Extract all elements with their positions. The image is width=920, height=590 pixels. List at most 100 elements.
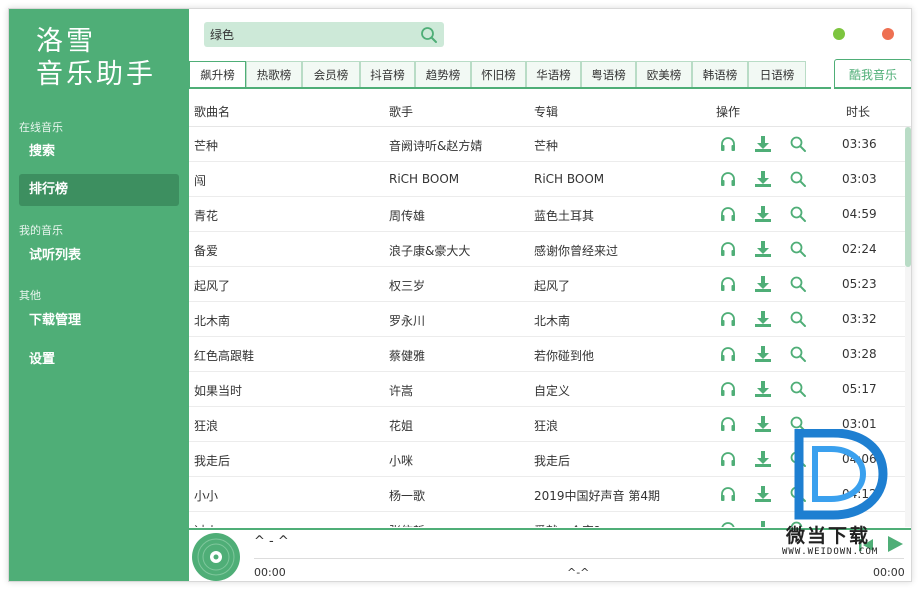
search-song-icon[interactable] — [789, 205, 807, 223]
search-song-icon[interactable] — [789, 380, 807, 398]
tab-5[interactable]: 怀旧榜 — [471, 61, 526, 87]
download-icon[interactable] — [754, 415, 772, 433]
sidebar-item-settings[interactable]: 设置 — [19, 344, 179, 376]
header-album: 专辑 — [534, 105, 559, 119]
listen-icon[interactable] — [719, 415, 737, 433]
download-icon[interactable] — [754, 345, 772, 363]
tab-2[interactable]: 会员榜 — [302, 61, 360, 87]
song-artist: 音阙诗听&赵方婧 — [389, 139, 483, 153]
table-row[interactable]: 闯 RiCH BOOM RiCH BOOM 03:03 — [189, 162, 905, 197]
close-button[interactable] — [882, 28, 894, 40]
now-playing-title: ^ - ^ — [254, 534, 289, 549]
sidebar-item-leaderboard[interactable]: 排行榜 — [19, 174, 179, 206]
table-row[interactable]: 北木南 罗永川 北木南 03:32 — [189, 302, 905, 337]
scrollbar[interactable] — [905, 127, 911, 527]
song-album: 芒种 — [534, 139, 559, 153]
listen-icon[interactable] — [719, 450, 737, 468]
listen-icon[interactable] — [719, 485, 737, 503]
listen-icon[interactable] — [719, 345, 737, 363]
download-icon[interactable] — [754, 205, 772, 223]
sidebar-item-downloads[interactable]: 下载管理 — [19, 305, 179, 337]
download-icon[interactable] — [754, 310, 772, 328]
song-artist: 小咪 — [389, 454, 414, 468]
song-duration: 03:03 — [842, 172, 877, 186]
listen-icon[interactable] — [719, 520, 737, 527]
lyric-line: ^-^ — [567, 566, 590, 579]
download-icon[interactable] — [754, 485, 772, 503]
song-duration: 03:36 — [842, 137, 877, 151]
song-artist: 张信哲 — [389, 522, 425, 527]
song-duration: 03:28 — [842, 347, 877, 361]
download-icon[interactable] — [754, 170, 772, 188]
table-row[interactable]: 芒种 音阙诗听&赵方婧 芒种 03:36 — [189, 127, 905, 162]
source-kuwo-button[interactable]: 酷我音乐 — [834, 59, 911, 89]
download-icon[interactable] — [754, 520, 772, 527]
song-album: 我走后 — [534, 454, 571, 468]
sidebar-item-label: 设置 — [29, 352, 56, 367]
app-logo: 洛雪 音乐助手 — [36, 25, 156, 91]
tab-8[interactable]: 欧美榜 — [636, 61, 692, 87]
song-artist: 花姐 — [389, 419, 414, 433]
download-icon[interactable] — [754, 380, 772, 398]
song-artist: 蔡健雅 — [389, 349, 426, 363]
search-icon[interactable] — [420, 26, 438, 44]
song-duration: 03:32 — [842, 312, 877, 326]
download-icon[interactable] — [754, 240, 772, 258]
app-window: 洛雪 音乐助手 在线音乐 搜索 排行榜 我的音乐 试听列表 其他 下载管理 设置 — [8, 8, 912, 582]
search-song-icon[interactable] — [789, 170, 807, 188]
song-artist: 周传雄 — [389, 209, 426, 223]
listen-icon[interactable] — [719, 240, 737, 258]
tab-3[interactable]: 抖音榜 — [360, 61, 415, 87]
sidebar: 洛雪 音乐助手 在线音乐 搜索 排行榜 我的音乐 试听列表 其他 下载管理 设置 — [9, 9, 189, 581]
download-icon[interactable] — [754, 450, 772, 468]
tab-10[interactable]: 日语榜 — [748, 61, 806, 87]
album-disc-icon — [192, 533, 240, 581]
table-row[interactable]: 如果当时 许嵩 自定义 05:17 — [189, 372, 905, 407]
song-album: 起风了 — [534, 279, 571, 293]
tab-4[interactable]: 趋势榜 — [415, 61, 471, 87]
watermark-text: 微当下载 — [786, 525, 871, 547]
song-duration: 05:23 — [842, 277, 877, 291]
song-name: 如果当时 — [194, 384, 243, 398]
search-song-icon[interactable] — [789, 310, 807, 328]
song-album: 狂浪 — [534, 419, 559, 433]
tab-0[interactable]: 飙升榜 — [189, 61, 246, 87]
search-song-icon[interactable] — [789, 275, 807, 293]
header-artist: 歌手 — [389, 105, 414, 119]
listen-icon[interactable] — [719, 135, 737, 153]
table-row[interactable]: 红色高跟鞋 蔡健雅 若你碰到他 03:28 — [189, 337, 905, 372]
header-duration: 时长 — [846, 105, 871, 119]
table-row[interactable]: 备爱 浪子康&豪大大 感谢你曾经来过 02:24 — [189, 232, 905, 267]
tab-9[interactable]: 韩语榜 — [692, 61, 748, 87]
song-name: 我走后 — [194, 454, 231, 468]
table-row[interactable]: 起风了 权三岁 起风了 05:23 — [189, 267, 905, 302]
listen-icon[interactable] — [719, 205, 737, 223]
download-icon[interactable] — [754, 275, 772, 293]
song-album: 自定义 — [534, 384, 571, 398]
sidebar-item-playlist[interactable]: 试听列表 — [19, 240, 179, 272]
song-name: 闯 — [194, 174, 207, 188]
tab-6[interactable]: 华语榜 — [526, 61, 581, 87]
tab-1[interactable]: 热歌榜 — [246, 61, 302, 87]
listen-icon[interactable] — [719, 380, 737, 398]
song-album: 爱就一个字? — [534, 522, 600, 527]
song-artist: 杨一歌 — [389, 489, 426, 503]
search-song-icon[interactable] — [789, 345, 807, 363]
table-row[interactable]: 青花 周传雄 蓝色土耳其 04:59 — [189, 197, 905, 232]
download-icon[interactable] — [754, 135, 772, 153]
song-artist: RiCH BOOM — [389, 172, 460, 186]
listen-icon[interactable] — [719, 170, 737, 188]
search-input[interactable] — [204, 22, 414, 47]
song-artist: 浪子康&豪大大 — [389, 244, 471, 258]
watermark: 微当下载 WWW.WEIDOWN.COM — [776, 429, 896, 569]
search-song-icon[interactable] — [789, 135, 807, 153]
minimize-button[interactable] — [833, 28, 845, 40]
search-song-icon[interactable] — [789, 240, 807, 258]
song-name: 小小 — [194, 489, 219, 503]
sidebar-item-search[interactable]: 搜索 — [19, 136, 179, 168]
tab-7[interactable]: 粤语榜 — [581, 61, 636, 87]
song-artist: 权三岁 — [389, 279, 426, 293]
listen-icon[interactable] — [719, 275, 737, 293]
scrollbar-thumb[interactable] — [905, 127, 911, 267]
listen-icon[interactable] — [719, 310, 737, 328]
